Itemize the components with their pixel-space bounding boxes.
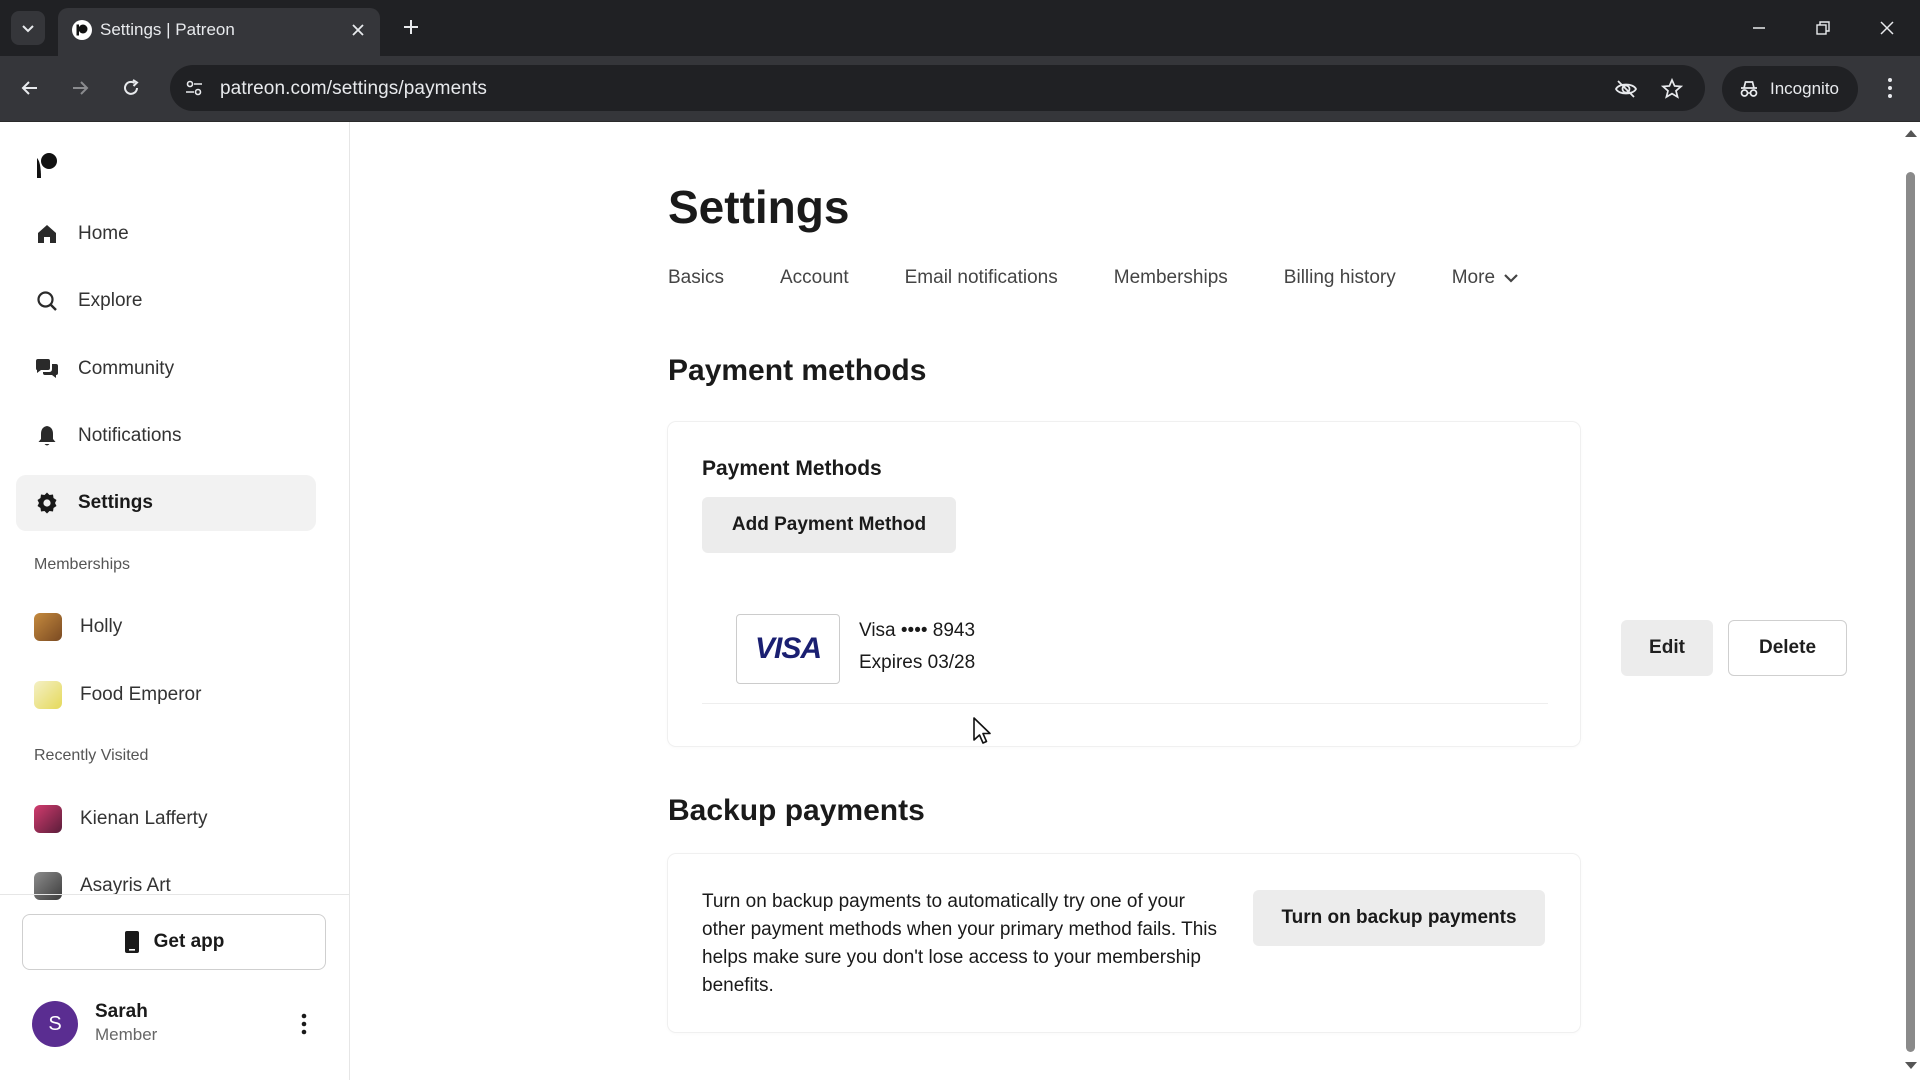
backup-description: Turn on backup payments to automatically… xyxy=(702,891,1217,996)
tab-search-button[interactable] xyxy=(11,11,45,45)
tab-memberships[interactable]: Memberships xyxy=(1114,258,1228,298)
creator-avatar xyxy=(34,613,62,641)
site-info-icon[interactable] xyxy=(180,74,208,102)
user-profile[interactable]: S Sarah Member xyxy=(32,999,326,1059)
sidebar-item-home[interactable]: Home xyxy=(16,206,316,262)
minimize-icon[interactable] xyxy=(1736,8,1782,48)
scroll-down-arrow-icon[interactable] xyxy=(1905,1062,1917,1069)
card-expiry: Expires 03/28 xyxy=(859,652,976,673)
sidebar-item-settings[interactable]: Settings xyxy=(16,475,316,531)
url-text: patreon.com/settings/payments xyxy=(220,78,487,99)
tab-billing-history[interactable]: Billing history xyxy=(1284,258,1396,298)
sidebar-divider xyxy=(0,894,350,895)
backup-payments-card: Turn on backup payments to automatically… xyxy=(668,854,1580,1032)
chat-icon xyxy=(34,356,60,382)
page-title: Settings xyxy=(668,181,850,233)
chevron-down-icon xyxy=(1504,274,1518,283)
close-window-icon[interactable] xyxy=(1864,8,1910,48)
browser-menu-icon[interactable] xyxy=(1872,70,1908,106)
scroll-up-arrow-icon[interactable] xyxy=(1905,130,1917,137)
delete-button[interactable]: Delete xyxy=(1728,620,1847,676)
add-payment-method-button[interactable]: Add Payment Method xyxy=(702,497,956,553)
sidebar-item-label: Settings xyxy=(78,492,153,513)
eye-off-icon[interactable] xyxy=(1612,75,1640,103)
gear-icon xyxy=(34,490,60,516)
tab-account[interactable]: Account xyxy=(780,258,849,298)
patreon-logo-icon[interactable] xyxy=(36,152,58,178)
payment-method-row: VISA Visa •••• 8943 Expires 03/28 Edit D… xyxy=(702,604,1847,704)
card-title: Payment Methods xyxy=(702,457,882,480)
more-vertical-icon[interactable] xyxy=(292,1009,316,1039)
incognito-indicator[interactable]: Incognito xyxy=(1722,66,1858,112)
tab-basics[interactable]: Basics xyxy=(668,258,724,298)
back-arrow-icon[interactable] xyxy=(12,70,48,106)
sidebar-item-food-emperor[interactable]: Food Emperor xyxy=(16,667,316,723)
get-app-label: Get app xyxy=(153,931,225,952)
new-tab-icon[interactable] xyxy=(396,12,426,42)
sidebar-item-explore[interactable]: Explore xyxy=(16,273,316,329)
tab-more[interactable]: More xyxy=(1452,258,1519,298)
bell-icon xyxy=(34,423,60,449)
sidebar-item-label: Community xyxy=(78,358,175,379)
sidebar-item-holly[interactable]: Holly xyxy=(16,599,316,655)
sidebar-item-label: Explore xyxy=(78,290,143,311)
bookmark-star-icon[interactable] xyxy=(1658,75,1686,103)
settings-tabs: Basics Account Email notifications Membe… xyxy=(668,258,1519,298)
mouse-cursor-icon xyxy=(973,717,991,744)
incognito-label: Incognito xyxy=(1770,79,1839,98)
tab-email-notifications[interactable]: Email notifications xyxy=(905,258,1058,298)
get-app-button[interactable]: Get app xyxy=(22,914,326,970)
forward-arrow-icon[interactable] xyxy=(62,70,98,106)
creator-avatar xyxy=(34,805,62,833)
restore-icon[interactable] xyxy=(1800,8,1846,48)
sidebar-item-asayris-art[interactable]: Asayris Art xyxy=(16,858,316,914)
creator-avatar xyxy=(34,681,62,709)
tab-title: Settings | Patreon xyxy=(100,20,235,39)
address-bar[interactable]: patreon.com/settings/payments xyxy=(170,65,1705,111)
scrollbar-thumb[interactable] xyxy=(1906,172,1915,1052)
page-scrollbar[interactable] xyxy=(1901,122,1920,1080)
home-icon xyxy=(34,221,60,247)
incognito-icon xyxy=(1740,81,1758,97)
memberships-section-label: Memberships xyxy=(34,556,131,573)
close-tab-icon[interactable] xyxy=(346,18,370,42)
payment-methods-heading: Payment methods xyxy=(668,354,927,387)
sidebar-item-notifications[interactable]: Notifications xyxy=(16,408,316,464)
main-content: Settings Basics Account Email notificati… xyxy=(351,122,1901,1080)
sidebar: Home Explore Community Notifications Set… xyxy=(0,122,350,1080)
search-icon xyxy=(34,288,60,314)
backup-payments-heading: Backup payments xyxy=(668,794,925,827)
patreon-favicon-icon xyxy=(72,20,92,40)
reload-icon[interactable] xyxy=(113,70,149,106)
user-role: Member xyxy=(95,1025,158,1044)
browser-tab-active[interactable]: Settings | Patreon xyxy=(58,8,380,56)
visa-logo-icon: VISA xyxy=(736,614,840,684)
sidebar-item-label: Notifications xyxy=(78,425,182,446)
phone-icon xyxy=(124,931,139,953)
creator-avatar xyxy=(34,872,62,900)
recently-visited-section-label: Recently Visited xyxy=(34,747,149,764)
sidebar-item-label: Food Emperor xyxy=(80,684,202,705)
chevron-down-icon xyxy=(22,25,34,33)
card-number: Visa •••• 8943 xyxy=(859,620,976,641)
sidebar-item-label: Kienan Lafferty xyxy=(80,808,208,829)
sidebar-item-label: Holly xyxy=(80,616,123,637)
sidebar-item-kienan-lafferty[interactable]: Kienan Lafferty xyxy=(16,791,316,847)
browser-tabstrip: Settings | Patreon xyxy=(0,0,1920,56)
turn-on-backup-payments-button[interactable]: Turn on backup payments xyxy=(1253,890,1545,946)
tab-more-label: More xyxy=(1451,267,1496,288)
sidebar-item-community[interactable]: Community xyxy=(16,341,316,397)
user-name: Sarah xyxy=(95,1001,148,1022)
edit-button[interactable]: Edit xyxy=(1621,620,1713,676)
card-brand-text: VISA xyxy=(754,632,822,665)
browser-toolbar: patreon.com/settings/payments Incognito xyxy=(0,56,1920,122)
avatar: S xyxy=(32,1001,78,1047)
sidebar-item-label: Home xyxy=(78,223,129,244)
payment-methods-card: Payment Methods Add Payment Method VISA … xyxy=(668,422,1847,746)
